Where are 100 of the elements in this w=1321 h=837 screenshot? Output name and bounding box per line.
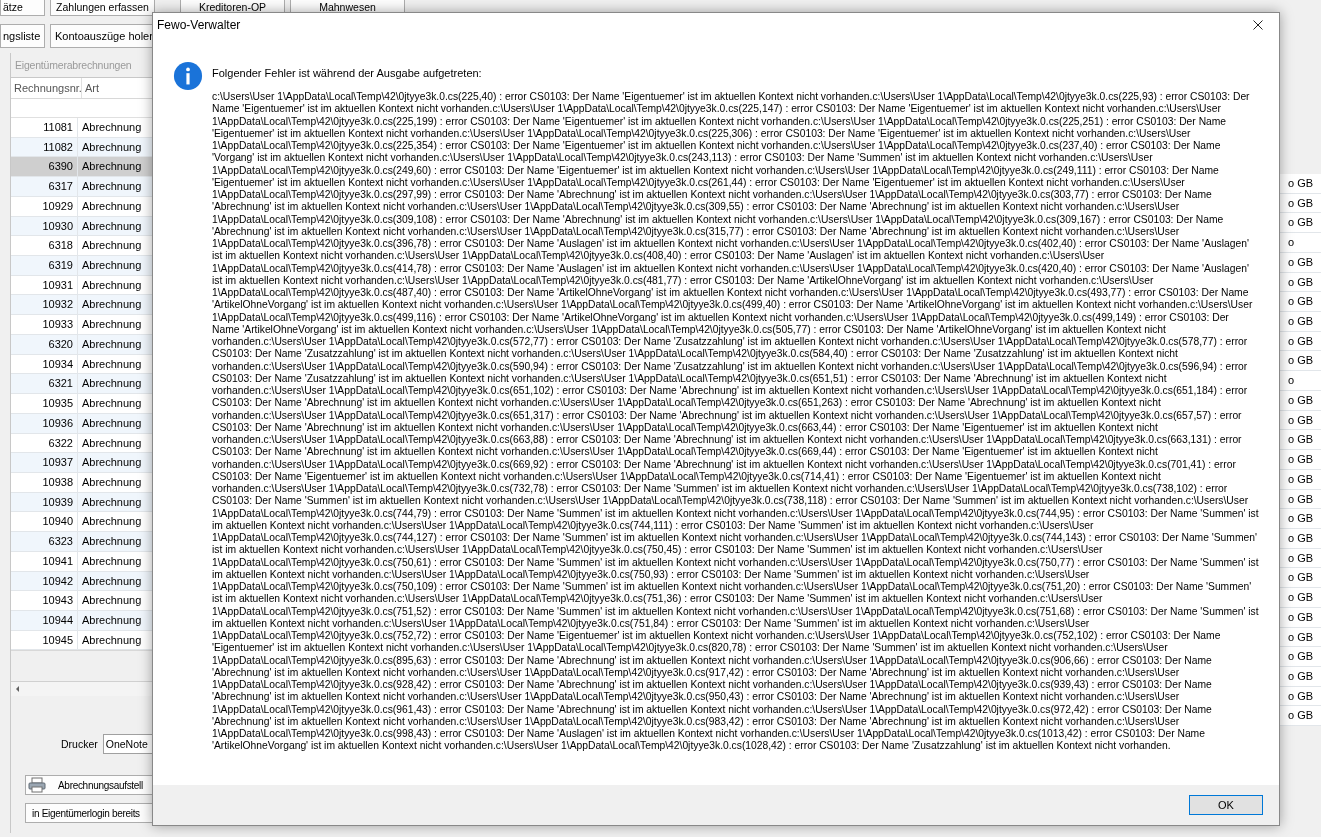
table-cell: o GB [1280,351,1321,372]
table-cell: 6390 [11,157,78,177]
table-row[interactable]: 6323 Abrechnung [11,532,153,552]
table-cell: o GB [1280,607,1321,628]
error-heading: Folgender Fehler ist während der Ausgabe aufgetreten: [212,67,483,79]
toolbar-button[interactable]: Zahlungen erfassen [50,0,155,16]
table-row[interactable]: 10938 Abrechnung [11,472,153,493]
table-row[interactable]: 6318 Abrechnung [11,236,153,257]
table-row[interactable]: 6320 Abrechnung [11,334,153,355]
table-cell-text: Abrechnung [81,376,142,392]
table-cell-text: Abrechnung [81,632,142,648]
table-cell: 6319 [11,256,78,275]
table-cell: o GB [1280,331,1321,352]
table-row[interactable]: 10930 Abrechnung [11,216,153,237]
table-cell-text: Abrechnung [81,297,142,313]
toolbar-button[interactable]: Kontoauszüge holen [50,24,155,48]
table-cell-text: Abrechnung [81,336,142,352]
table-cell-text: Abrechnung [81,139,142,155]
table-row[interactable]: 11082 Abrechnung [11,137,153,158]
table-cell: o GB [1280,213,1321,234]
table-cell-text: Abrechnung [81,258,142,274]
table-row[interactable]: 10936 Abrechnung [11,413,153,434]
table-cell: o GB [1280,509,1321,529]
table-cell-text: Abrechnung [81,179,142,195]
table-row[interactable]: 10940 Abrechnung [11,512,153,533]
table-cell: 6323 [11,532,78,551]
table-cell: 10944 [11,610,78,630]
table-row[interactable]: 10944 Abrechnung [11,610,153,631]
table-cell: o GB [1280,410,1321,431]
horizontal-scrollbar[interactable] [11,681,153,696]
table-cell-text: Abrechnung [81,455,142,471]
table-row[interactable]: 6390 Abrechnung [11,157,153,178]
table-cell: 10939 [11,492,78,512]
table-cell-text: Abrechnung [81,198,142,214]
table-cell: o GB [1280,548,1321,569]
table-cell: o GB [1280,568,1321,589]
table-cell: 11082 [11,137,78,157]
toolbar-button[interactable]: ngsliste [0,24,45,48]
table-cell: 10940 [11,512,78,532]
column-header[interactable]: Rechnungsnr. [11,78,82,98]
table-cell-text: Abrechnung [81,120,142,135]
table-row[interactable]: 10943 Abrechnung [11,591,153,611]
table-cell: o GB [1280,528,1321,549]
table-cell: o GB [1280,390,1321,411]
table-row[interactable]: 10931 Abrechnung [11,275,153,296]
table-cell-text: Abrechnung [81,553,142,569]
table-row[interactable]: 6321 Abrechnung [11,374,153,395]
table-row[interactable]: 10932 Abrechnung [11,295,153,316]
table-row[interactable]: 6319 Abrechnung [11,256,153,276]
table-cell: 10932 [11,295,78,315]
action-button[interactable]: Abrechnungsaufstell [25,775,153,795]
table-row[interactable]: 10939 Abrechnung [11,492,153,513]
table-cell: 10934 [11,354,78,374]
table-cell: 10933 [11,315,78,334]
table-cell-text: Abrechnung [81,534,142,550]
panel-title: Eigentümerabrechnungen [14,58,132,73]
table-row[interactable]: 10942 Abrechnung [11,571,153,592]
table-cell: 10937 [11,453,78,472]
table-row[interactable]: 10929 Abrechnung [11,196,153,217]
table-cell: 10942 [11,571,78,591]
printer-dropdown[interactable]: OneNote [102,734,153,754]
table-cell-text: Abrechnung [81,356,142,372]
table-row[interactable]: 10933 Abrechnung [11,315,153,335]
table-cell: 6317 [11,177,78,196]
table-cell-text: Abrechnung [81,612,142,628]
table-cell: o GB [1280,312,1321,332]
table-row[interactable]: 10934 Abrechnung [11,354,153,375]
table-row[interactable]: 10935 Abrechnung [11,394,153,414]
table-cell-text: Abrechnung [81,415,142,431]
table-cell: 10945 [11,630,78,650]
table-row[interactable]: 10941 Abrechnung [11,551,153,572]
table-cell: 10941 [11,551,78,571]
close-icon[interactable] [1253,20,1263,30]
table-cell: o GB [1280,292,1321,313]
table-cell: 6322 [11,433,78,453]
table-cell: o GB [1280,686,1321,707]
scroll-left-icon[interactable] [14,685,22,693]
table-row[interactable]: 6322 Abrechnung [11,433,153,454]
table-cell: 10930 [11,216,78,236]
table-cell: 10938 [11,472,78,492]
table-cell: o GB [1280,489,1321,510]
table-row[interactable]: 10945 Abrechnung [11,630,153,650]
ok-button[interactable]: OK [1189,795,1263,815]
table-cell-text: Abrechnung [81,593,142,609]
table-cell: 10931 [11,275,78,295]
error-message: c:\Users\User 1\AppData\Local\Temp\42\0jtyye3k.0.cs(225,40) : error CS0103: Der Name 'Eigentuemer' ist im aktuellen Kontext nicht vorhanden.c:\Users\User 1\AppData\Local\Temp\42\0jtyye3k.0.cs(225,93) : error CS0103: Der Name 'Eigentuemer' ist im aktuellen Kontext nicht vorhanden.c:\Users\User 1\AppData\Local\Temp\42\0jtyye3k.0.cs(225,147) : error CS0103: Der Name 'Eigentuemer' ist im aktuellen Kontext nicht vorhanden.c:\Users\User 1\AppData\Local\Temp\42\0jtyye3k.0.cs(225,199) : error CS0103: Der Name 'Eigentuemer' ist im aktuellen Kontext nicht vorhanden.c:\Users\User 1\AppData\Local\Temp\42\0jtyye3k.0.cs(225,251) : error CS0103: Der Name 'Eigentuemer' ist im aktuellen Kontext nicht vorhanden.c:\Users\User 1\AppData\Local\Temp\42\0jtyye3k.0.cs(225,306) : error CS0103: Der Name 'Eigentuemer' ist im aktuellen Kontext nicht vorhanden.c:\Users\User 1\AppData\Local\Temp\42\0jtyye3k.0.cs(225,354) : error CS0103: Der Name 'Eigentuemer' ist im aktuellen Kontext nicht vorhanden.c:\Users\User 1\AppData\Local\Temp\42\0jtyye3k.0.cs(237,40) : error CS0103: Der Name 'Vorgang' ist im aktuellen Kontext nicht vorhanden.c:\Users\User 1\AppData\Local\Temp\42\0jtyye3k.0.cs(243,113) : error CS0103: Der Name 'Summen' ist im aktuellen Kontext nicht vorhanden.c:\Users\User 1\AppData\Local\Temp\42\0jtyye3k.0.cs(249,60) : error CS0103: Der Name 'Eigentuemer' ist im aktuellen Kontext nicht vorhanden.c:\Users\User 1\AppData\Local\Temp\42\0jtyye3k.0.cs(249,111) : error CS0103: Der Name 'Eigentuemer' ist im aktuellen Kontext nicht vorhanden.c:\Users\User 1\AppData\Local\Temp\42\0jtyye3k.0.cs(261,44) : error CS0103: Der Name 'Eigentuemer' ist im aktuellen Kontext nicht vorhanden.c:\Users\User 1\AppData\Local\Temp\42\0jtyye3k.0.cs(297,99) : error CS0103: Der Name 'Abrechnung' ist im aktuellen Kontext nicht vorhanden.c:\Users\User 1\AppData\Local\Temp\42\0jtyye3k.0.cs(303,77) : error CS0103: Der Name 'Abrechnung' ist im aktuellen Kontext nicht vorhanden.c:\Users\User 1\AppData\Local\Temp\42\0jtyye3k.0.cs(309,55) : error CS0103: Der Name 'Abrechnung' ist im aktuellen Kontext nicht vorhanden.c:\Users\User 1\AppData\Local\Temp\42\0jtyye3k.0.cs(309,108) : error CS0103: Der Name 'Abrechnung' ist im aktuellen Kontext nicht vorhanden.c:\Users\User 1\AppData\Local\Temp\42\0jtyye3k.0.cs(309,167) : error CS0103: Der Name 'Abrechnung' ist im aktuellen Kontext nicht vorhanden.c:\Users\User 1\AppData\Local\Temp\42\0jtyye3k.0.cs(315,77) : error CS0103: Der Name 'Abrechnung' ist im aktuellen Kontext nicht vorhanden.c:\Users\User 1\AppData\Local\Temp\42\0jtyye3k.0.cs(396,78) : error CS0103: Der Name 'Auslagen' ist im aktuellen Kontext nicht vorhanden.c:\Users\User 1\AppData\Local\Temp\42\0jtyye3k.0.cs(402,40) : error CS0103: Der Name 'Auslagen' ist im aktuellen Kontext nicht vorhanden.c:\Users\User 1\AppData\Local\Temp\42\0jtyye3k.0.cs(408,40) : error CS0103: Der Name 'Auslagen' ist im aktuellen Kontext nicht vorhanden.c:\Users\User 1\AppData\Local\Temp\42\0jtyye3k.0.cs(414,78) : error CS0103: Der Name 'Auslagen' ist im aktuellen Kontext nicht vorhanden.c:\Users\User 1\AppData\Local\Temp\42\0jtyye3k.0.cs(420,40) : error CS0103: Der Name 'Auslagen' ist im aktuellen Kontext nicht vorhanden.c:\Users\User 1\AppData\Local\Temp\42\0jtyye3k.0.cs(481,77) : error CS0103: Der Name 'ArtikelOhneVorgang' ist im aktuellen Kontext nicht vorhanden.c:\Users\User 1\AppData\Local\Temp\42\0jtyye3k.0.cs(487,40) : error CS0103: Der Name 'ArtikelOhneVorgang' ist im aktuellen Kontext nicht vorhanden.c:\Users\User 1\AppData\Local\Temp\42\0jtyye3k.0.cs(493,77) : error CS0103: Der Name 'ArtikelOhneVorgang' ist im aktuellen Kontext nicht vorhanden.c:\Users\User 1\AppData\Local\Temp\42\0jtyye3k.0.cs(499,40) : error CS0103: Der Name 'ArtikelOhneVorgang' ist im aktuellen Kontext nicht vorhanden.c:\Users\User 1\AppData\Local\Temp\42\0jtyye3k.0.cs(499,116) : error CS0103: Der Name 'ArtikelOhneVorgang' ist im aktuellen Kontext nicht vorhanden.c:\Users\User 1\AppData\Local\Temp\42\0jtyye3k.0.cs(499,149) : error CS0103: Der Name 'ArtikelOhneVorgang' ist im aktuellen Kontext nicht vorhanden.c:\Users\User 1\AppData\Local\Temp\42\0jtyye3k.0.cs(505,77) : error CS0103: Der Name 'ArtikelOhneVorgang' ist im aktuellen Kontext nicht vorhanden.c:\Users\User 1\AppData\Local\Temp\42\0jtyye3k.0.cs(572,77) : error CS0103: Der Name 'Zusatzzahlung' ist im aktuellen Kontext nicht vorhanden.c:\Users\User 1\AppData\Local\Temp\42\0jtyye3k.0.cs(578,77) : error CS0103: Der Name 'Zusatzzahlung' ist im aktuellen Kontext nicht vorhanden.c:\Users\User 1\AppData\Local\Temp\42\0jtyye3k.0.cs(584,40) : error CS0103: Der Name 'Zusatzzahlung' ist im aktuellen Kontext nicht vorhanden.c:\Users\User 1\AppData\Local\Temp\42\0jtyye3k.0.cs(590,94) : error CS0103: Der Name 'Zusatzzahlung' ist im aktuellen Kontext nicht vorhanden.c:\Users\User 1\AppData\Local\Temp\42\0jtyye3k.0.cs(596,94) : error CS0103: Der Name 'Zusatzzahlung' ist im aktuellen Kontext nicht vorhanden.c:\Users\User 1\AppData\Local\Temp\42\0jtyye3k.0.cs(651,51) : error CS0103: Der Name 'Abrechnung' ist im aktuellen Kontext nicht vorhanden.c:\Users\User 1\AppData\Local\Temp\42\0jtyye3k.0.cs(651,102) : error CS0103: Der Name 'Abrechnung' ist im aktuellen Kontext nicht vorhanden.c:\Users\User 1\AppData\Local\Temp\42\0jtyye3k.0.cs(651,184) : error CS0103: Der Name 'Abrechnung' ist im aktuellen Kontext nicht vorhanden.c:\Users\User 1\AppData\Local\Temp\42\0jtyye3k.0.cs(651,263) : error CS0103: Der Name 'Abrechnung' ist im aktuellen Kontext nicht vorhanden.c:\Users\User 1\AppData\Local\Temp\42\0jtyye3k.0.cs(651,317) : error CS0103: Der Name 'Abrechnung' ist im aktuellen Kontext nicht vorhanden.c:\Users\User 1\AppData\Local\Temp\42\0jtyye3k.0.cs(657,57) : error CS0103: Der Name 'Abrechnung' ist im aktuellen Kontext nicht vorhanden.c:\Users\User 1\AppData\Local\Temp\42\0jtyye3k.0.cs(663,44) : error CS0103: Der Name 'Eigentuemer' ist im aktuellen Kontext nicht vorhanden.c:\Users\User 1\AppData\Local\Temp\42\0jtyye3k.0.cs(663,88) : error CS0103: Der Name 'Abrechnung' ist im aktuellen Kontext nicht vorhanden.c:\Users\User 1\AppData\Local\Temp\42\0jtyye3k.0.cs(663,131) : error CS0103: Der Name 'Abrechnung' ist im aktuellen Kontext nicht vorhanden.c:\Users\User 1\AppData\Local\Temp\42\0jtyye3k.0.cs(669,44) : error CS0103: Der Name 'Eigentuemer' ist im aktuellen Kontext nicht vorhanden.c:\Users\User 1\AppData\Local\Temp\42\0jtyye3k.0.cs(669,92) : error CS0103: Der Name 'Abrechnung' ist im aktuellen Kontext nicht vorhanden.c:\Users\User 1\AppData\Local\Temp\42\0jtyye3k.0.cs(701,41) : error CS0103: Der Name 'Eigentuemer' ist im aktuellen Kontext nicht vorhanden.c:\Users\User 1\AppData\Local\Temp\42\0jtyye3k.0.cs(714,41) : error CS0103: Der Name 'Eigentuemer' ist im aktuellen Kontext nicht vorhanden.c:\Users\User 1\AppData\Local\Temp\42\0jtyye3k.0.cs(732,78) : error CS0103: Der Name 'Summen' ist im aktuellen Kontext nicht vorhanden.c:\Users\User 1\AppData\Local\Temp\42\0jtyye3k.0.cs(738,102) : error CS0103: Der Name 'Summen' ist im aktuellen Kontext nicht vorhanden.c:\Users\User 1\AppData\Local\Temp\42\0jtyye3k.0.cs(738,118) : error CS0103: Der Name 'Summen' ist im aktuellen Kontext nicht vorhanden.c:\Users\User 1\AppData\Local\Temp\42\0jtyye3k.0.cs(744,79) : error CS0103: Der Name 'Summen' ist im aktuellen Kontext nicht vorhanden.c:\Users\User 1\AppData\Local\Temp\42\0jtyye3k.0.cs(744,95) : error CS0103: Der Name 'Summen' ist im aktuellen Kontext nicht vorhanden.c:\Users\User 1\AppData\Local\Temp\42\0jtyye3k.0.cs(744,111) : error CS0103: Der Name 'Summen' ist im aktuellen Kontext nicht vorhanden.c:\Users\User 1\AppData\Local\Temp\42\0jtyye3k.0.cs(744,127) : error CS0103: Der Name 'Summen' ist im aktuellen Kontext nicht vorhanden.c:\Users\User 1\AppData\Local\Temp\42\0jtyye3k.0.cs(744,143) : error CS0103: Der Name 'Summen' ist im aktuellen Kontext nicht vorhanden.c:\Users\User 1\AppData\Local\Temp\42\0jtyye3k.0.cs(750,45) : error CS0103: Der Name 'Summen' ist im aktuellen Kontext nicht vorhanden.c:\Users\User 1\AppData\Local\Temp\42\0jtyye3k.0.cs(750,61) : error CS0103: Der Name 'Summen' ist im aktuellen Kontext nicht vorhanden.c:\Users\User 1\AppData\Local\Temp\42\0jtyye3k.0.cs(750,77) : error CS0103: Der Name 'Summen' ist im aktuellen Kontext nicht vorhanden.c:\Users\User 1\AppData\Local\Temp\42\0jtyye3k.0.cs(750,93) : error CS0103: Der Name 'Summen' ist im aktuellen Kontext nicht vorhanden.c:\Users\User 1\AppData\Local\Temp\42\0jtyye3k.0.cs(750,109) : error CS0103: Der Name 'Summen' ist im aktuellen Kontext nicht vorhanden.c:\Users\User 1\AppData\Local\Temp\42\0jtyye3k.0.cs(751,20) : error CS0103: Der Name 'Summen' ist im aktuellen Kontext nicht vorhanden.c:\Users\User 1\AppData\Local\Temp\42\0jtyye3k.0.cs(751,36) : error CS0103: Der Name 'Summen' ist im aktuellen Kontext nicht vorhanden.c:\Users\User 1\AppData\Local\Temp\42\0jtyye3k.0.cs(751,52) : error CS0103: Der Name 'Summen' ist im aktuellen Kontext nicht vorhanden.c:\Users\User 1\AppData\Local\Temp\42\0jtyye3k.0.cs(751,68) : error CS0103: Der Name 'Summen' ist im aktuellen Kontext nicht vorhanden.c:\Users\User 1\AppData\Local\Temp\42\0jtyye3k.0.cs(751,84) : error CS0103: Der Name 'Summen' ist im aktuellen Kontext nicht vorhanden.c:\Users\User 1\AppData\Local\Temp\42\0jtyye3k.0.cs(752,72) : error CS0103: Der Name 'Eigentuemer' ist im aktuellen Kontext nicht vorhanden.c:\Users\User 1\AppData\Local\Temp\42\0jtyye3k.0.cs(752,102) : error CS0103: Der Name 'Eigentuemer' ist im aktuellen Kontext nicht vorhanden.c:\Users\User 1\AppData\Local\Temp\42\0jtyye3k.0.cs(820,78) : error CS0103: Der Name 'Summen' ist im aktuellen Kontext nicht vorhanden.c:\Users\User 1\AppData\Local\Temp\42\0jtyye3k.0.cs(895,63) : error CS0103: Der Name 'Abrechnung' ist im aktuellen Kontext nicht vorhanden.c:\Users\User 1\AppData\Local\Temp\42\0jtyye3k.0.cs(906,66) : error CS0103: Der Name 'Abrechnung' ist im aktuellen Kontext nicht vorhanden.c:\Users\User 1\AppData\Local\Temp\42\0jtyye3k.0.cs(917,42) : error CS0103: Der Name 'Abrechnung' ist im aktuellen Kontext nicht vorhanden.c:\Users\User 1\AppData\Local\Temp\42\0jtyye3k.0.cs(928,42) : error CS0103: Der Name 'Abrechnung' ist im aktuellen Kontext nicht vorhanden.c:\Users\User 1\AppData\Local\Temp\42\0jtyye3k.0.cs(939,43) : error CS0103: Der Name 'Abrechnung' ist im aktuellen Kontext nicht vorhanden.c:\Users\User 1\AppData\Local\Temp\42\0jtyye3k.0.cs(950,43) : error CS0103: Der Name 'Abrechnung' ist im aktuellen Kontext nicht vorhanden.c:\Users\User 1\AppData\Local\Temp\42\0jtyye3k.0.cs(961,43) : error CS0103: Der Name 'Abrechnung' ist im aktuellen Kontext nicht vorhanden.c:\Users\User 1\AppData\Local\Temp\42\0jtyye3k.0.cs(972,42) : error CS0103: Der Name 'Abrechnung' ist im aktuellen Kontext nicht vorhanden.c:\Users\User 1\AppData\Local\Temp\42\0jtyye3k.0.cs(983,42) : error CS0103: Der Name 'Abrechnung' ist im aktuellen Kontext nicht vorhanden.c:\Users\User 1\AppData\Local\Temp\42\0jtyye3k.0.cs(998,43) : error CS0103: Der Name 'Auslagen' ist im aktuellen Kontext nicht vorhanden.c:\Users\User 1\AppData\Local\Temp\42\0jtyye3k.0.cs(1013,42) : error CS0103: Der Name 'ArtikelOhneVorgang' ist im aktuellen Kontext nicht vorhanden.c:\Users\User 1\AppData\Local\Temp\42\0jtyye3k.0.cs(1028,42) : error CS0103: Der Name 'Zusatzzahlung' ist im aktuellen Kontext nicht vorhanden. [212,91,1259,753]
table-cell-text: Abrechnung [81,218,142,234]
table-cell: o GB [1280,272,1321,293]
table-cell-text: Abrechnung [81,396,142,412]
table-cell: o GB [1280,647,1321,667]
table-row[interactable]: 6317 Abrechnung [11,177,153,197]
table-cell: 6318 [11,236,78,256]
table-cell: o GB [1280,469,1321,490]
toolbar-button[interactable]: ätze [0,0,45,16]
table-row[interactable]: 11081 Abrechnung [11,118,153,138]
printer-label: Drucker [61,738,98,750]
table-cell: 6321 [11,374,78,394]
table-cell-text: Abrechnung [81,435,142,451]
table-row[interactable]: 10937 Abrechnung [11,453,153,473]
action-button[interactable]: in Eigentümerlogin bereits [25,803,153,823]
